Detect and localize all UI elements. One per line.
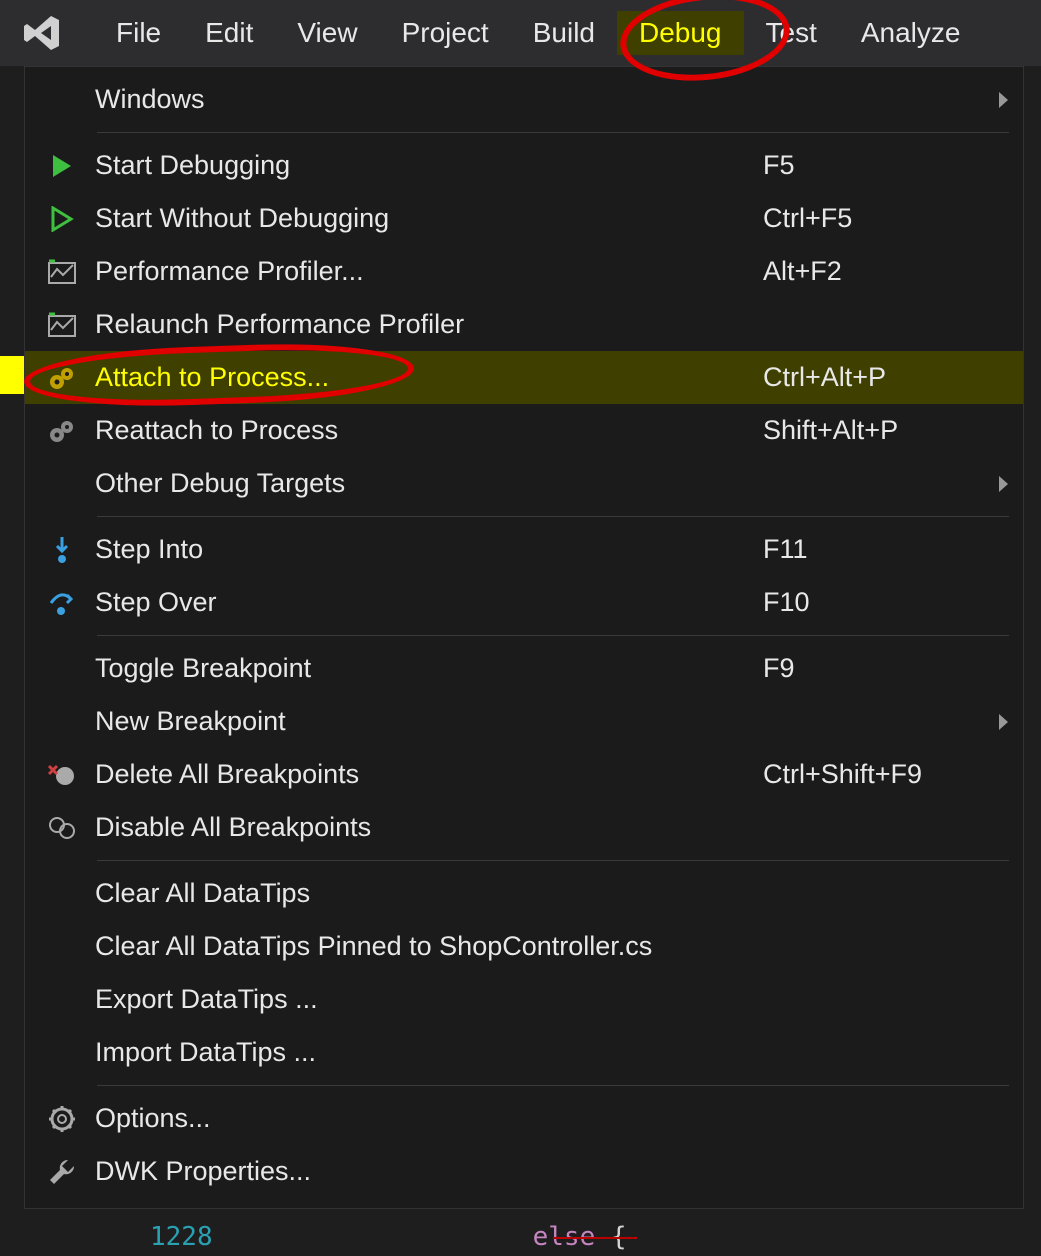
- menu-item-options[interactable]: Options...: [25, 1092, 1023, 1145]
- menu-item-other-debug-targets[interactable]: Other Debug Targets: [25, 457, 1023, 510]
- menu-separator: [97, 1085, 1009, 1086]
- menu-item-shortcut: Ctrl+Alt+P: [763, 362, 983, 393]
- submenu-arrow-icon: [983, 92, 1023, 108]
- menu-test[interactable]: Test: [744, 11, 839, 55]
- menu-item-shortcut: Shift+Alt+P: [763, 415, 983, 446]
- menu-item-start-without-debugging[interactable]: Start Without Debugging Ctrl+F5: [25, 192, 1023, 245]
- submenu-arrow-icon: [983, 476, 1023, 492]
- play-outline-icon: [29, 192, 95, 245]
- gear-icon: [29, 1092, 95, 1145]
- menu-view[interactable]: View: [275, 11, 379, 55]
- menu-item-shortcut: F11: [763, 534, 983, 565]
- menu-item-clear-pinned-datatips[interactable]: Clear All DataTips Pinned to ShopControl…: [25, 920, 1023, 973]
- menu-item-shortcut: F9: [763, 653, 983, 684]
- gears-gray-icon: [29, 404, 95, 457]
- menu-item-label: Start Debugging: [95, 150, 763, 181]
- menubar: File Edit View Project Build Debug Test …: [0, 0, 1041, 66]
- menu-edit[interactable]: Edit: [183, 11, 275, 55]
- blank-icon: [29, 973, 95, 1026]
- menu-item-label: Step Over: [95, 587, 763, 618]
- menu-item-label: DWK Properties...: [95, 1156, 763, 1187]
- blank-icon: [29, 1026, 95, 1079]
- menu-debug[interactable]: Debug: [617, 11, 744, 55]
- menu-separator: [97, 860, 1009, 861]
- menu-item-import-datatips[interactable]: Import DataTips ...: [25, 1026, 1023, 1079]
- delete-breakpoints-icon: [29, 748, 95, 801]
- menu-item-label: Delete All Breakpoints: [95, 759, 763, 790]
- menu-item-label: Other Debug Targets: [95, 468, 763, 499]
- submenu-arrow-icon: [983, 714, 1023, 730]
- menu-item-label: Performance Profiler...: [95, 256, 763, 287]
- menu-item-label: Export DataTips ...: [95, 984, 763, 1015]
- code-keyword: else: [533, 1222, 596, 1252]
- menu-item-label: New Breakpoint: [95, 706, 763, 737]
- menu-item-dwk-properties[interactable]: DWK Properties...: [25, 1145, 1023, 1198]
- blank-icon: [29, 73, 95, 126]
- profiler-icon: [29, 245, 95, 298]
- menu-item-attach-to-process[interactable]: Attach to Process... Ctrl+Alt+P: [25, 351, 1023, 404]
- menu-item-reattach-to-process[interactable]: Reattach to Process Shift+Alt+P: [25, 404, 1023, 457]
- menu-item-shortcut: Alt+F2: [763, 256, 983, 287]
- step-into-icon: [29, 523, 95, 576]
- menu-item-label: Toggle Breakpoint: [95, 653, 763, 684]
- menu-item-label: Step Into: [95, 534, 763, 565]
- profiler-relaunch-icon: [29, 298, 95, 351]
- menu-item-label: Relaunch Performance Profiler: [95, 309, 763, 340]
- menu-project[interactable]: Project: [380, 11, 511, 55]
- menu-item-label: Clear All DataTips: [95, 878, 763, 909]
- menu-item-toggle-breakpoint[interactable]: Toggle Breakpoint F9: [25, 642, 1023, 695]
- menu-item-label: Attach to Process...: [95, 362, 763, 393]
- menu-item-delete-all-breakpoints[interactable]: Delete All Breakpoints Ctrl+Shift+F9: [25, 748, 1023, 801]
- menu-item-step-over[interactable]: Step Over F10: [25, 576, 1023, 629]
- blank-icon: [29, 457, 95, 510]
- code-rest: {: [595, 1222, 626, 1252]
- wrench-icon: [29, 1145, 95, 1198]
- menu-item-new-breakpoint[interactable]: New Breakpoint: [25, 695, 1023, 748]
- menu-item-shortcut: F5: [763, 150, 983, 181]
- menu-item-start-debugging[interactable]: Start Debugging F5: [25, 139, 1023, 192]
- menu-item-windows[interactable]: Windows: [25, 73, 1023, 126]
- line-number: 1228: [150, 1222, 213, 1252]
- step-over-icon: [29, 576, 95, 629]
- gears-icon: [29, 351, 95, 404]
- blank-icon: [29, 642, 95, 695]
- blank-icon: [29, 695, 95, 748]
- vs-logo-icon: [18, 9, 66, 57]
- menu-item-label: Options...: [95, 1103, 763, 1134]
- menu-item-export-datatips[interactable]: Export DataTips ...: [25, 973, 1023, 1026]
- menu-analyze[interactable]: Analyze: [839, 11, 983, 55]
- menu-item-shortcut: Ctrl+Shift+F9: [763, 759, 983, 790]
- menu-item-label: Windows: [95, 84, 763, 115]
- blank-icon: [29, 867, 95, 920]
- menu-separator: [97, 132, 1009, 133]
- menu-item-label: Clear All DataTips Pinned to ShopControl…: [95, 931, 763, 962]
- menu-item-clear-all-datatips[interactable]: Clear All DataTips: [25, 867, 1023, 920]
- code-fragment: else {: [533, 1222, 627, 1252]
- menu-item-label: Import DataTips ...: [95, 1037, 763, 1068]
- blank-icon: [29, 920, 95, 973]
- menu-build[interactable]: Build: [511, 11, 617, 55]
- debug-dropdown-menu: Windows Start Debugging F5 Start Without…: [24, 66, 1024, 1209]
- disable-breakpoints-icon: [29, 801, 95, 854]
- menu-item-performance-profiler[interactable]: Performance Profiler... Alt+F2: [25, 245, 1023, 298]
- menu-item-label: Disable All Breakpoints: [95, 812, 763, 843]
- menu-separator: [97, 516, 1009, 517]
- menu-item-relaunch-profiler[interactable]: Relaunch Performance Profiler: [25, 298, 1023, 351]
- menu-item-shortcut: F10: [763, 587, 983, 618]
- menu-item-step-into[interactable]: Step Into F11: [25, 523, 1023, 576]
- menu-item-label: Start Without Debugging: [95, 203, 763, 234]
- menu-file[interactable]: File: [94, 11, 183, 55]
- editor-background: 1228 else {: [0, 1218, 1041, 1256]
- menu-item-shortcut: Ctrl+F5: [763, 203, 983, 234]
- menu-item-disable-all-breakpoints[interactable]: Disable All Breakpoints: [25, 801, 1023, 854]
- menu-item-label: Reattach to Process: [95, 415, 763, 446]
- play-solid-icon: [29, 139, 95, 192]
- menu-separator: [97, 635, 1009, 636]
